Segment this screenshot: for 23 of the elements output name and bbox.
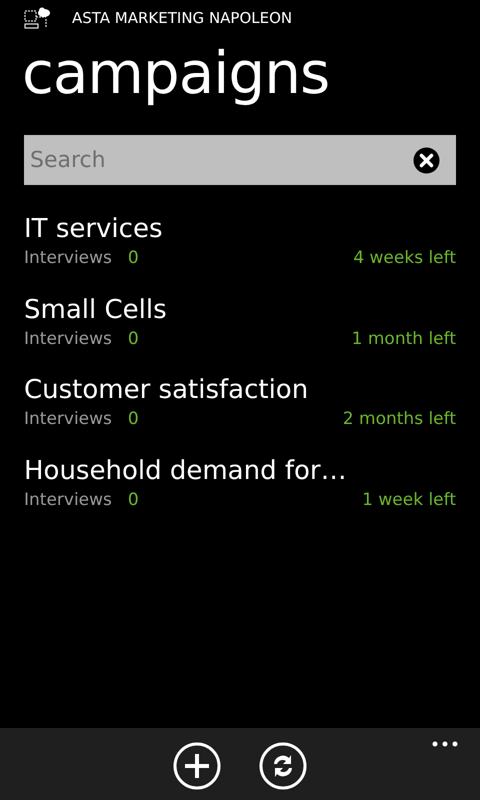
interviews-count: 0	[128, 488, 139, 512]
interviews-count: 0	[128, 408, 139, 431]
interviews-label: Interviews	[24, 408, 112, 431]
cloud-computer-icon	[24, 7, 50, 29]
time-remaining: 4 weeks left	[353, 247, 456, 270]
interviews-label: Interviews	[24, 488, 112, 512]
clear-icon[interactable]	[413, 147, 440, 174]
interviews-count: 0	[128, 247, 139, 270]
interviews-label: Interviews	[24, 247, 112, 270]
sync-button[interactable]	[259, 742, 307, 790]
app-title: ASTA MARKETING NAPOLEON	[72, 8, 292, 29]
interviews-label: Interviews	[24, 328, 112, 350]
time-remaining: 1 week left	[362, 488, 456, 512]
campaign-name[interactable]: IT services	[24, 213, 456, 245]
more-icon[interactable]	[432, 741, 458, 747]
campaign-name[interactable]: Small Cells	[24, 294, 456, 326]
time-remaining: 2 months left	[342, 408, 456, 431]
search-field[interactable]: Search	[24, 135, 456, 185]
campaign-name[interactable]: Household demand for…	[24, 454, 456, 486]
campaign-name[interactable]: Customer satisfaction	[24, 374, 456, 406]
time-remaining: 1 month left	[352, 328, 456, 350]
add-button[interactable]	[173, 742, 221, 790]
interviews-count: 0	[128, 328, 139, 350]
